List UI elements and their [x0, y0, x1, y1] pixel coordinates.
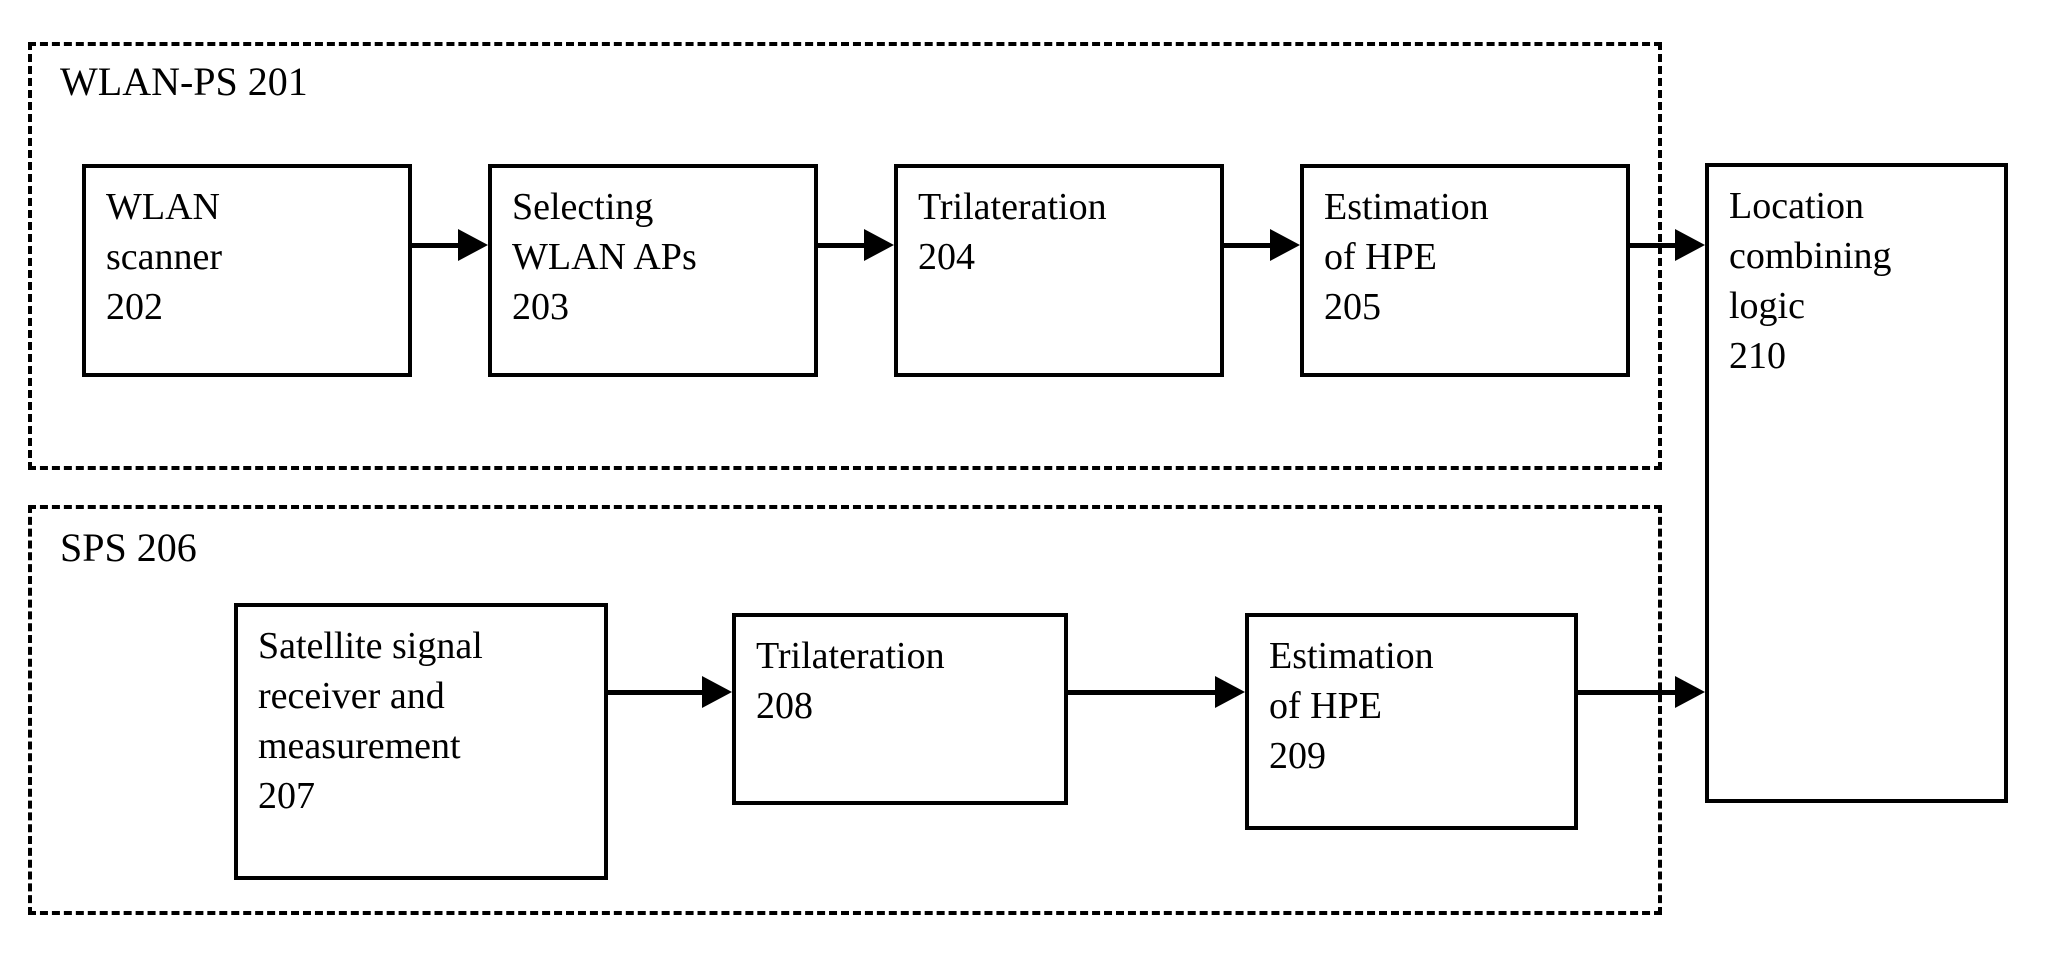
- block-estimation-hpe-sps: Estimation of HPE 209: [1245, 613, 1578, 830]
- block-label-trilateration-wlan: Trilateration 204: [918, 186, 1107, 279]
- block-satellite-signal-receiver: Satellite signal receiver and measuremen…: [234, 603, 608, 880]
- block-label-satellite-signal-receiver: Satellite signal receiver and measuremen…: [258, 625, 483, 818]
- block-wlan-scanner: WLAN scanner 202: [82, 164, 412, 377]
- arrow-207-to-208-line: [608, 690, 706, 695]
- group-label-sps: SPS 206: [60, 525, 197, 570]
- block-label-estimation-hpe-wlan: Estimation of HPE 205: [1324, 186, 1489, 329]
- arrow-203-to-204-line: [818, 243, 868, 248]
- block-label-trilateration-sps: Trilateration 208: [756, 635, 945, 728]
- block-trilateration-wlan: Trilateration 204: [894, 164, 1224, 377]
- figure-canvas: WLAN-PS 201 SPS 206 WLAN scanner 202 Sel…: [0, 0, 2054, 955]
- arrow-207-to-208-head-icon: [702, 676, 732, 708]
- block-selecting-wlan-aps: Selecting WLAN APs 203: [488, 164, 818, 377]
- arrow-204-to-205-head-icon: [1270, 229, 1300, 261]
- block-label-selecting-wlan-aps: Selecting WLAN APs 203: [512, 186, 697, 329]
- block-label-location-combining-logic: Location combining logic 210: [1729, 185, 1892, 378]
- block-label-wlan-scanner: WLAN scanner 202: [106, 186, 223, 329]
- arrow-205-to-210-line: [1630, 243, 1679, 248]
- block-trilateration-sps: Trilateration 208: [732, 613, 1068, 805]
- block-location-combining-logic: Location combining logic 210: [1705, 163, 2008, 803]
- arrow-208-to-209-line: [1068, 690, 1219, 695]
- arrow-209-to-210-line: [1578, 690, 1679, 695]
- arrow-202-to-203-line: [412, 243, 462, 248]
- arrow-209-to-210-head-icon: [1675, 676, 1705, 708]
- block-estimation-hpe-wlan: Estimation of HPE 205: [1300, 164, 1630, 377]
- arrow-208-to-209-head-icon: [1215, 676, 1245, 708]
- arrow-204-to-205-line: [1224, 243, 1274, 248]
- arrow-202-to-203-head-icon: [458, 229, 488, 261]
- block-label-estimation-hpe-sps: Estimation of HPE 209: [1269, 635, 1434, 778]
- group-label-wlan-ps: WLAN-PS 201: [60, 59, 308, 104]
- arrow-205-to-210-head-icon: [1675, 229, 1705, 261]
- arrow-203-to-204-head-icon: [864, 229, 894, 261]
